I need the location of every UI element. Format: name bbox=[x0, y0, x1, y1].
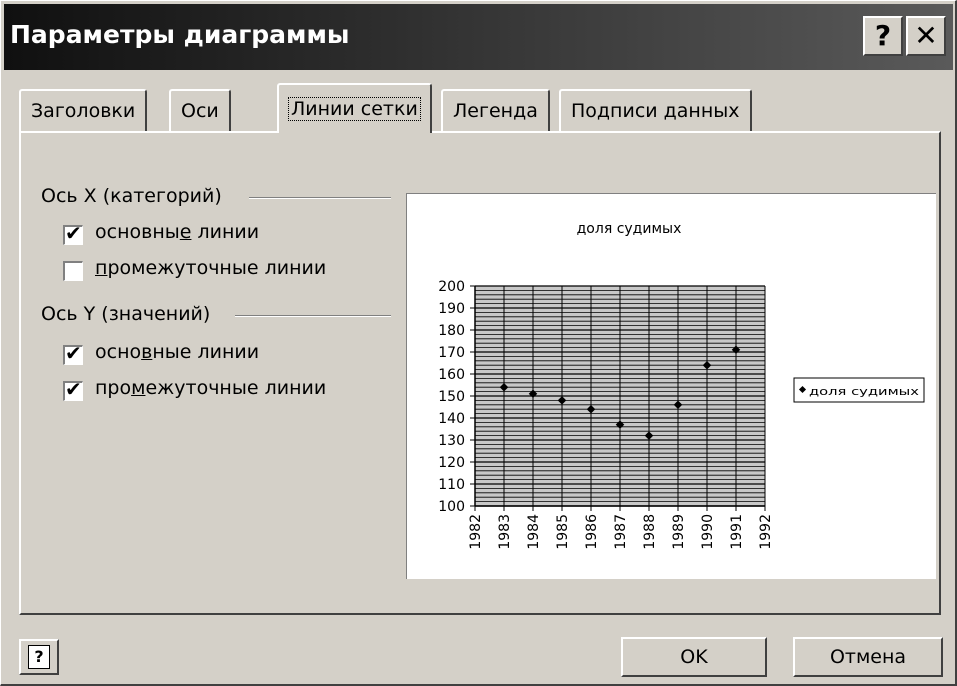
x-tick-labels: 1982 1983 1984 1985 1986 1987 1988 1989 1990 1991… bbox=[468, 514, 774, 550]
group-divider bbox=[249, 197, 391, 199]
chart-svg: доля судимых 200 190 180 170 160 150 140 130 120… bbox=[438, 221, 925, 550]
x-tick-label: 1989 bbox=[671, 514, 687, 550]
x-tick-label: 1987 bbox=[613, 514, 629, 550]
x-major-gridlines-label[interactable]: основные линии bbox=[95, 221, 259, 243]
tab-label: Линии сетки bbox=[288, 97, 421, 121]
label-part: осно bbox=[95, 341, 142, 363]
x-tick-label: 1983 bbox=[497, 514, 513, 550]
y-minor-gridlines-checkbox[interactable]: ✔ bbox=[63, 377, 83, 401]
y-tick-label: 120 bbox=[438, 455, 465, 471]
label-part: про bbox=[95, 377, 132, 399]
x-tick-label: 1988 bbox=[642, 514, 658, 550]
label-part: ежуточные линии bbox=[145, 377, 327, 399]
label-part: ромежуточные линии bbox=[107, 257, 327, 279]
x-tick-label: 1984 bbox=[526, 514, 542, 550]
x-tick-label: 1992 bbox=[758, 514, 774, 550]
y-major-gridlines-label[interactable]: основные линии bbox=[95, 341, 259, 363]
help-icon: ? bbox=[28, 645, 50, 669]
tab-label: Оси bbox=[181, 100, 219, 122]
dialog-title: Параметры диаграммы bbox=[10, 20, 350, 49]
y-tick-labels: 200 190 180 170 160 150 140 130 120 110 100 bbox=[438, 279, 465, 515]
x-tick-label: 1985 bbox=[555, 514, 571, 550]
tab-titles[interactable]: Заголовки bbox=[19, 89, 148, 131]
chart-title: доля судимых bbox=[577, 221, 682, 237]
help-button[interactable]: ? bbox=[19, 639, 59, 675]
tab-label: Подписи данных bbox=[571, 100, 740, 122]
chart-options-dialog: Параметры диаграммы ? ✕ Заголовки Оси Ли… bbox=[0, 0, 957, 686]
help-title-button[interactable]: ? bbox=[863, 16, 903, 56]
gridlines-panel: Ось X (категорий) ✔ основные линии проме… bbox=[19, 131, 941, 615]
label-accel: м bbox=[131, 377, 146, 399]
y-axis-group-label: Ось Y (значений) bbox=[41, 303, 211, 325]
y-tick-label: 100 bbox=[438, 499, 465, 515]
check-mark-icon: ✔ bbox=[65, 221, 82, 245]
y-major-gridlines-checkbox[interactable]: ✔ bbox=[63, 341, 83, 365]
label-part: ные линии bbox=[152, 341, 260, 363]
x-tick-label: 1982 bbox=[468, 514, 484, 550]
chart-legend: доля судимых bbox=[793, 377, 925, 403]
tab-axes[interactable]: Оси bbox=[169, 89, 231, 131]
x-major-gridlines-checkbox[interactable]: ✔ bbox=[63, 221, 83, 245]
tab-label: Легенда bbox=[453, 100, 538, 122]
y-tick-label: 180 bbox=[438, 323, 465, 339]
x-minor-gridlines-label[interactable]: промежуточные линии bbox=[95, 257, 326, 279]
y-tick-label: 170 bbox=[438, 345, 465, 361]
title-bar[interactable]: Параметры диаграммы ? ✕ bbox=[4, 4, 953, 70]
y-tick-label: 190 bbox=[438, 301, 465, 317]
label-part: линии bbox=[191, 221, 260, 243]
group-divider bbox=[235, 315, 391, 317]
label-accel: е bbox=[179, 221, 192, 243]
x-tick-label: 1991 bbox=[729, 514, 745, 550]
y-tick-label: 150 bbox=[438, 389, 465, 405]
close-button[interactable]: ✕ bbox=[906, 16, 946, 56]
label-accel: в bbox=[141, 341, 153, 363]
x-axis-group-label: Ось X (категорий) bbox=[41, 185, 222, 207]
tab-label: Заголовки bbox=[31, 100, 136, 122]
x-minor-gridlines-checkbox[interactable] bbox=[63, 261, 83, 281]
chart-preview: доля судимых 200 190 180 170 160 150 140 130 120… bbox=[406, 193, 936, 579]
label-accel: п bbox=[95, 257, 108, 279]
x-tick-label: 1986 bbox=[584, 514, 600, 550]
check-mark-icon: ✔ bbox=[65, 377, 82, 401]
tab-legend[interactable]: Легенда bbox=[441, 89, 550, 131]
check-mark-icon: ✔ bbox=[65, 341, 82, 365]
legend-label: доля судимых bbox=[809, 385, 920, 398]
ok-button[interactable]: OK bbox=[621, 637, 767, 677]
y-tick-label: 160 bbox=[438, 367, 465, 383]
y-minor-gridlines-label[interactable]: промежуточные линии bbox=[95, 377, 326, 399]
chart-gridlines bbox=[474, 285, 766, 507]
y-tick-label: 200 bbox=[438, 279, 465, 295]
x-tick-label: 1990 bbox=[700, 514, 716, 550]
cancel-button[interactable]: Отмена bbox=[793, 637, 943, 677]
tab-gridlines[interactable]: Линии сетки bbox=[277, 83, 432, 133]
tab-data-labels[interactable]: Подписи данных bbox=[559, 89, 752, 131]
y-tick-label: 110 bbox=[438, 477, 465, 493]
label-part: основны bbox=[95, 221, 180, 243]
y-tick-label: 140 bbox=[438, 411, 465, 427]
y-tick-label: 130 bbox=[438, 433, 465, 449]
